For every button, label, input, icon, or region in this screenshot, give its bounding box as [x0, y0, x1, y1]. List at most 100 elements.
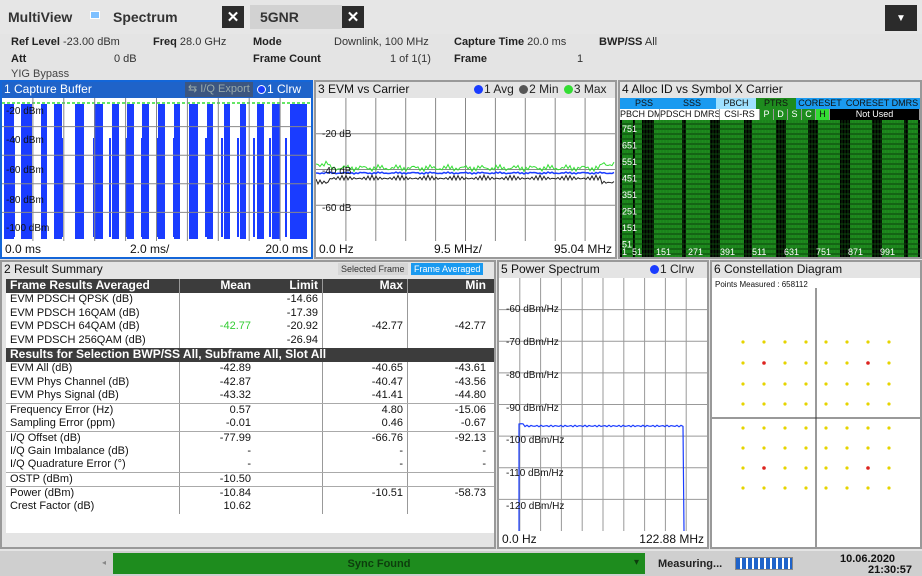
table-row: EVM Phys Channel (dB) -42.87 -40.47 -43.56 — [6, 375, 494, 390]
table-cell — [180, 334, 255, 348]
att-label: Att — [11, 53, 27, 65]
constellation-panel[interactable]: 6 Constellation Diagram Points Measured … — [710, 260, 922, 549]
table-cell — [255, 375, 323, 390]
alloc-ytick: 751 — [622, 124, 637, 134]
alloc-legend-item: PBCH — [716, 98, 756, 109]
table-cell: OSTP (dBm) — [6, 473, 180, 486]
table-cell — [323, 306, 408, 321]
constellation-plot[interactable]: Points Measured : 658112 — [712, 278, 920, 547]
capture-burst — [272, 104, 280, 239]
col-header-mean: Mean — [220, 279, 251, 292]
status-time: 21:30:57 — [868, 564, 913, 576]
p3-ytick: -20 dB — [322, 129, 352, 140]
capture-time-value[interactable]: 20.0 ms — [527, 36, 566, 48]
table-cell: -10.51 — [323, 486, 408, 500]
constellation-point — [866, 426, 870, 430]
sync-text: Sync Found — [347, 557, 411, 570]
capture-burst — [224, 104, 230, 239]
constellation-point — [804, 402, 808, 406]
title-bar: MultiView Spectrum ✕ 5GNR ✕ ▼ — [0, 0, 922, 34]
ref-level-value[interactable]: -23.00 dBm — [63, 36, 120, 48]
alloc-legend-row2: PBCH DMRSPDSCH DMRSCSI-RSPDSCHNot Used — [620, 109, 920, 120]
frame-averaged-button[interactable]: Frame Averaged — [411, 263, 484, 275]
capture-burst — [112, 104, 119, 239]
capture-burst — [158, 104, 165, 239]
constellation-point — [887, 426, 891, 430]
constellation-point — [783, 340, 787, 344]
close-5gnr-tab-icon[interactable]: ✕ — [342, 6, 364, 28]
constellation-point — [824, 361, 828, 365]
table-cell: -42.77 — [219, 320, 251, 333]
att-value[interactable]: 0 dB — [114, 53, 137, 65]
selected-frame-button[interactable]: Selected Frame — [338, 263, 408, 275]
constellation-point — [845, 382, 849, 386]
constellation-point — [762, 486, 766, 490]
freq-value[interactable]: 28.0 GHz — [180, 36, 226, 48]
table-cell: 4.80 — [323, 404, 408, 417]
power-spectrum-panel[interactable]: 5 Power Spectrum 1 Clrw -60 dBm/Hz -70 d… — [497, 260, 709, 549]
tab-5gnr[interactable]: 5GNR — [250, 5, 342, 29]
table-cell — [323, 292, 408, 307]
constellation-point — [741, 446, 745, 450]
capture-buffer-plot[interactable]: -20 dBm -40 dBm -60 dBm -80 dBm -100 dBm — [2, 98, 311, 241]
multiview-label[interactable]: MultiView — [8, 9, 72, 25]
sync-dropdown-icon[interactable]: ▾ — [634, 557, 639, 568]
table-cell: -15.06 — [454, 404, 486, 417]
table-cell: 10.62 — [223, 499, 251, 512]
bwp-value[interactable]: All — [645, 36, 657, 48]
power-spectrum-plot[interactable]: -60 dBm/Hz -70 dBm/Hz -80 dBm/Hz -90 dBm… — [499, 278, 707, 531]
trace-marker-icon — [650, 265, 659, 274]
iq-export-button[interactable]: ⇆ I/Q Export — [185, 82, 253, 97]
constellation-point — [845, 361, 849, 365]
constellation-point — [762, 426, 766, 430]
table-cell — [255, 473, 323, 486]
evm-vs-carrier-panel[interactable]: 3 EVM vs Carrier 1 Avg 2 Min 3 Max -20 d… — [314, 80, 617, 259]
result-summary-panel[interactable]: 2 Result Summary Selected Frame Frame Av… — [0, 260, 496, 549]
table-row: EVM Phys Signal (dB) -43.32 -41.41 -44.80 — [6, 389, 494, 404]
table-cell: EVM PDSCH QPSK (dB) — [6, 292, 180, 307]
alloc-xtick: 511 — [752, 247, 766, 257]
table-header: Frame Results Averaged Mean Limit Max Mi… — [6, 279, 494, 293]
table-row: EVM PDSCH 64QAM (dB) -42.77 -20.92 -42.77 -4… — [6, 320, 494, 335]
status-left-arrow-icon[interactable]: ◂ — [102, 558, 110, 568]
table-cell: 0.57 — [229, 404, 251, 417]
table-cell: -42.89 — [219, 361, 251, 374]
constellation-title: 6 Constellation Diagram — [712, 262, 920, 278]
evm-carrier-legend: 1 Avg 2 Min 3 Max — [474, 82, 607, 97]
table-cell: Power (dBm) — [6, 486, 180, 500]
capture-burst — [75, 104, 84, 239]
close-spectrum-tab-icon[interactable]: ✕ — [222, 6, 244, 28]
constellation-point — [741, 382, 745, 386]
capture-buffer-panel[interactable]: 1 Capture Buffer ⇆ I/Q Export 1 Clrw -20… — [0, 80, 313, 259]
progress-fill — [736, 558, 792, 569]
constellation-point — [783, 382, 787, 386]
alloc-legend-item: PTRS — [756, 98, 796, 109]
evm-carrier-plot[interactable]: -20 dB -40 dB -60 dB — [316, 98, 615, 241]
selection-header: Results for Selection BWP/SS All, Subfra… — [6, 347, 494, 362]
measurement-info-bar: Ref Level -23.00 dBm Freq 28.0 GHz Mode … — [0, 34, 922, 80]
table-cell: -41.41 — [323, 389, 408, 404]
pdsch-evm-block: EVM PDSCH QPSK (dB) -14.66 EVM PDSCH 16QAM… — [6, 292, 494, 348]
p3-x-start: 0.0 Hz — [319, 242, 354, 256]
constellation-point — [783, 446, 787, 450]
iq-export-label: I/Q Export — [200, 83, 250, 95]
mode-value[interactable]: Downlink, 100 MHz — [334, 36, 429, 48]
constellation-point — [887, 446, 891, 450]
dropdown-menu-button[interactable]: ▼ — [885, 5, 917, 31]
table-cell — [255, 416, 323, 431]
constellation-points — [712, 288, 920, 547]
capture-burst — [142, 104, 149, 239]
selection-rows: EVM All (dB) -42.89 -40.65 -43.61 EVM Phys C… — [6, 361, 494, 533]
frame-value[interactable]: 1 — [577, 53, 583, 65]
constellation-point — [741, 486, 745, 490]
table-cell — [408, 293, 492, 307]
table-cell: -66.76 — [323, 431, 408, 445]
alloc-ytick: 651 — [622, 141, 637, 151]
constellation-point — [762, 382, 766, 386]
table-row: EVM PDSCH 256QAM (dB) -26.94 — [6, 334, 494, 348]
evm-carrier-xaxis: 0.0 Hz 9.5 MHz/ 95.04 MHz — [316, 241, 615, 257]
tab-spectrum[interactable]: Spectrum — [113, 9, 178, 25]
alloc-id-panel[interactable]: 4 Alloc ID vs Symbol X Carrier PSS SSS PBC… — [618, 80, 922, 259]
table-cell: EVM PDSCH 16QAM (dB) — [6, 306, 180, 321]
table-cell: -42.87 — [219, 375, 251, 388]
